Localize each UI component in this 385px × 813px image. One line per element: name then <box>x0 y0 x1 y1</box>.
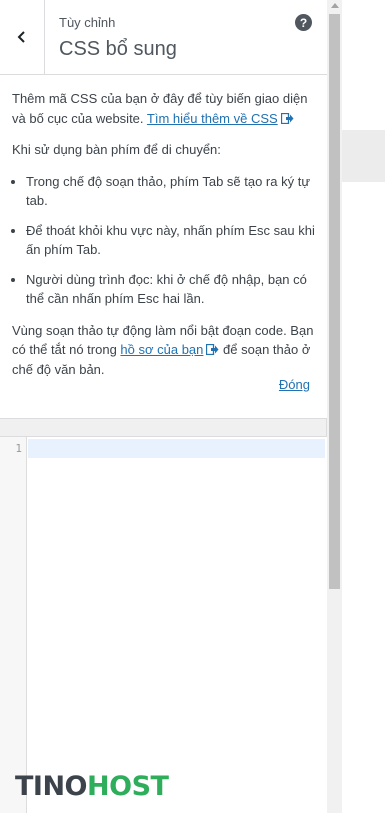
help-description: Thêm mã CSS của bạn ở đây để tùy biến gi… <box>0 75 327 419</box>
learn-more-css-link[interactable]: Tìm hiểu thêm về CSS <box>147 111 278 126</box>
chevron-left-icon <box>17 31 25 43</box>
profile-link[interactable]: hồ sơ của bạn <box>120 342 203 357</box>
help-icon[interactable]: ? <box>295 14 312 31</box>
preview-content-block <box>342 130 385 182</box>
site-preview <box>342 0 385 813</box>
section-header: Tùy chỉnh CSS bổ sung ? <box>0 0 327 75</box>
customizer-window: Tùy chỉnh CSS bổ sung ? Thêm mã CSS của … <box>0 0 385 813</box>
logo-part-tino: TINO <box>15 770 88 802</box>
list-item: Người dùng trình đọc: khi ở chế độ nhập,… <box>26 270 315 309</box>
scroll-up-arrow-icon[interactable] <box>331 3 339 8</box>
external-link-icon <box>280 112 294 124</box>
close-help-link[interactable]: Đóng <box>279 375 310 395</box>
highlight-paragraph: Vùng soạn thảo tự động làm nổi bật đoạn … <box>12 321 315 380</box>
breadcrumb: Tùy chỉnh <box>59 15 116 30</box>
css-code-editor[interactable]: 1 <box>0 436 327 813</box>
logo-part-host: HOST <box>87 770 169 802</box>
list-item: Trong chế độ soạn thảo, phím Tab sẽ tạo … <box>26 172 315 211</box>
line-gutter: 1 <box>0 437 27 813</box>
page-title: CSS bổ sung <box>59 38 177 60</box>
scrollbar-thumb[interactable] <box>329 14 340 589</box>
line-number: 1 <box>15 442 22 455</box>
intro-paragraph: Thêm mã CSS của bạn ở đây để tùy biến gi… <box>12 89 315 128</box>
sidebar-scrollbar[interactable] <box>327 0 342 813</box>
external-link-icon <box>206 344 219 355</box>
customizer-sidebar: Tùy chỉnh CSS bổ sung ? Thêm mã CSS của … <box>0 0 327 813</box>
tinohost-logo: TINO HOST <box>15 770 169 802</box>
keyboard-heading: Khi sử dụng bàn phím để di chuyển: <box>12 142 221 157</box>
back-button[interactable] <box>0 0 45 74</box>
active-code-line[interactable] <box>28 439 325 458</box>
keyboard-tips-list: Trong chế độ soạn thảo, phím Tab sẽ tạo … <box>12 172 315 309</box>
list-item: Để thoát khỏi khu vực này, nhấn phím Esc… <box>26 221 315 260</box>
